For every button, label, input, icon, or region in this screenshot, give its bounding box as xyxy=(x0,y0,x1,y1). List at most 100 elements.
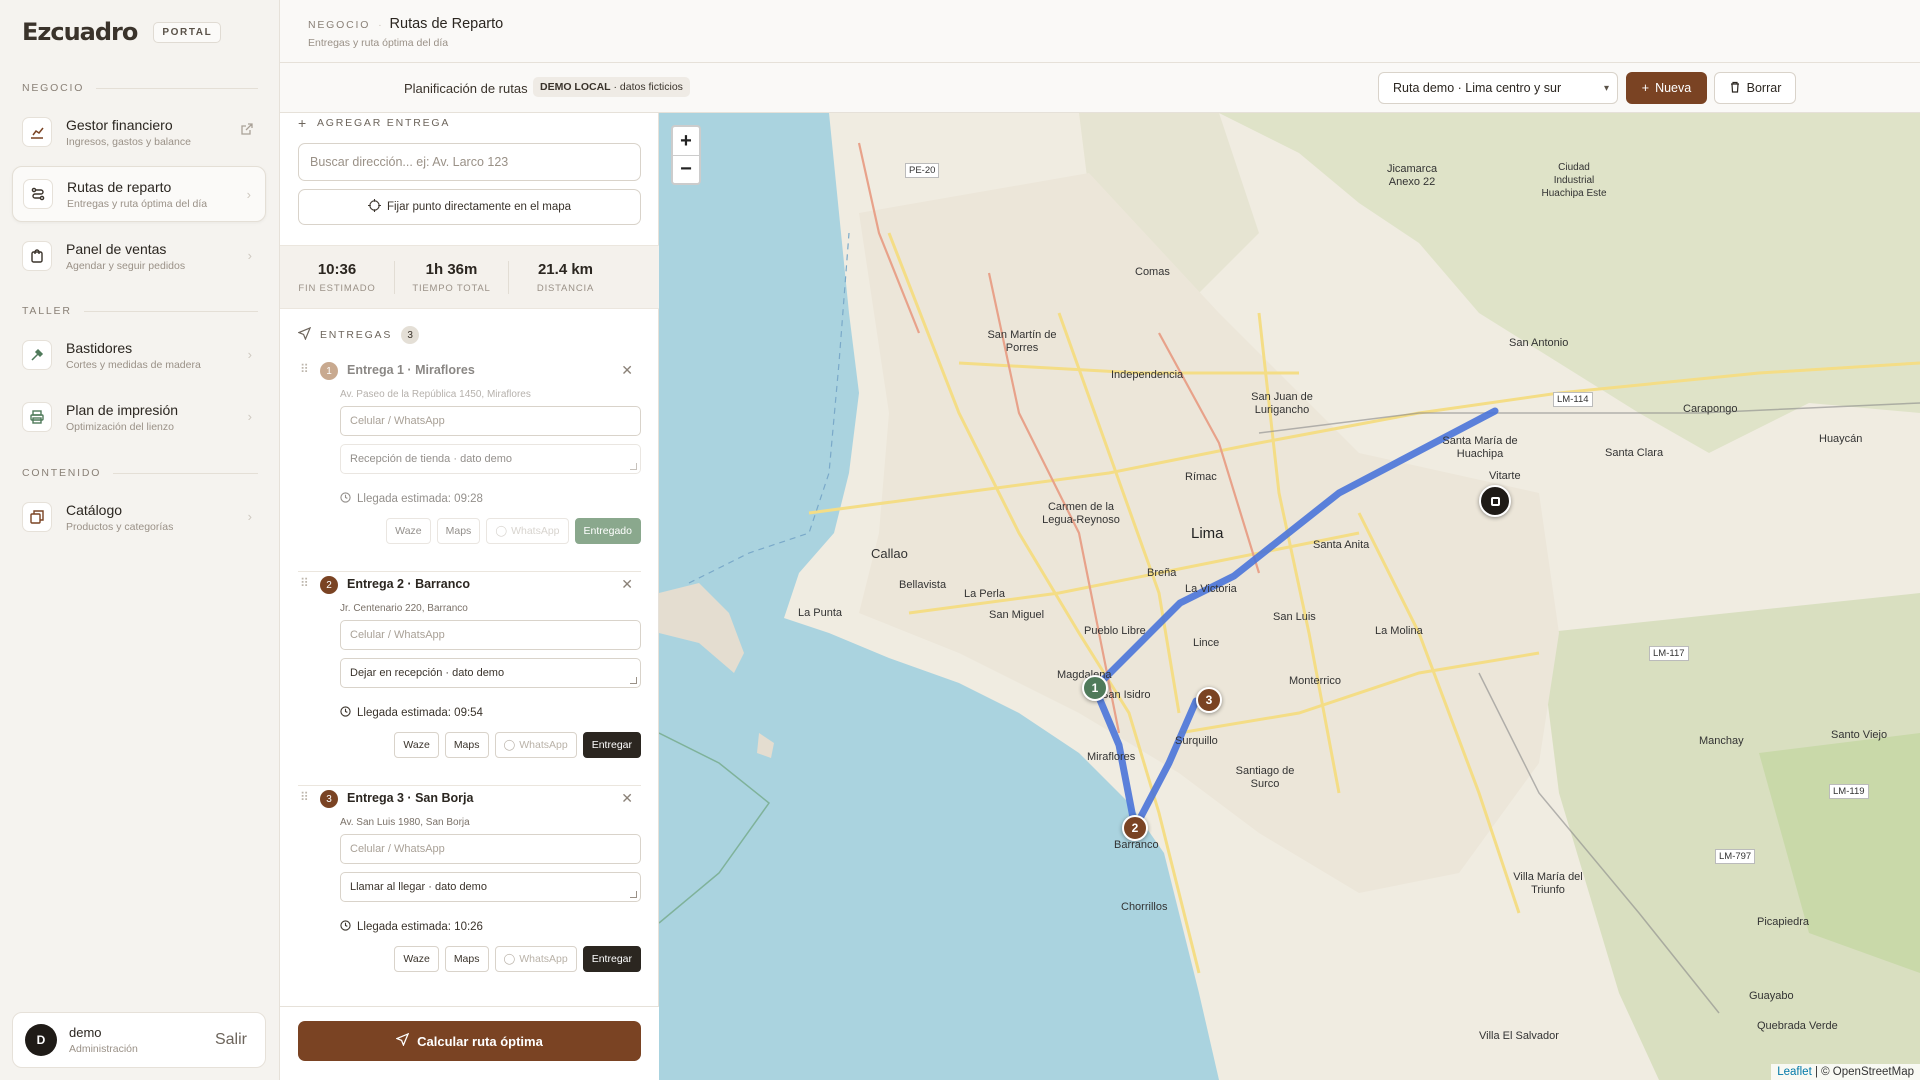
delivery-marker-1[interactable]: 1 xyxy=(1082,675,1108,701)
map-label: Santa Anita xyxy=(1313,539,1370,551)
note-textarea[interactable]: Dejar en recepción · dato demo xyxy=(340,658,641,688)
pin-on-map-button[interactable]: Fijar punto directamente en el mapa xyxy=(298,189,641,225)
waze-button[interactable]: Waze xyxy=(386,518,431,544)
phone-input[interactable]: Celular / WhatsApp xyxy=(340,834,641,864)
note-textarea[interactable]: Llamar al llegar · dato demo xyxy=(340,872,641,902)
route-icon xyxy=(23,179,53,209)
delete-route-button[interactable]: Borrar xyxy=(1714,72,1796,104)
zoom-in-button[interactable]: + xyxy=(673,127,699,155)
page-title: Rutas de Reparto xyxy=(389,16,504,32)
remove-delivery-icon[interactable]: ✕ xyxy=(621,362,633,379)
drag-handle-icon[interactable]: ⠿ xyxy=(300,790,309,804)
sidebar-item-frames[interactable]: Bastidores Cortes y medidas de madera › xyxy=(12,327,266,383)
map-label: Pueblo Libre xyxy=(1084,625,1146,637)
road-shield: LM-119 xyxy=(1829,784,1869,799)
sidebar-item-print-plan[interactable]: Plan de impresión Optimización del lienz… xyxy=(12,389,266,445)
delivery-marker-3[interactable]: 3 xyxy=(1196,687,1222,713)
map-label: San Martín de Porres xyxy=(987,329,1057,354)
map-label: Villa El Salvador xyxy=(1479,1030,1559,1042)
drag-handle-icon[interactable]: ⠿ xyxy=(300,362,309,376)
map-label: La Molina xyxy=(1375,625,1423,637)
user-name: demo xyxy=(69,1025,102,1040)
chat-icon: ◯ xyxy=(495,525,508,537)
send-icon xyxy=(297,326,312,343)
new-route-button[interactable]: + Nueva xyxy=(1626,72,1707,104)
sidebar-item-financial[interactable]: Gestor financiero Ingresos, gastos y bal… xyxy=(12,104,266,160)
map-label: San Luis xyxy=(1273,611,1316,623)
portal-badge: PORTAL xyxy=(153,21,222,43)
map-label: Callao xyxy=(871,546,908,561)
breadcrumb-root[interactable]: NEGOCIO xyxy=(308,19,370,31)
delivery-card: ⠿ 1 Entrega 1 · Miraflores ✕ Av. Paseo d… xyxy=(280,358,659,572)
sidebar-item-routes[interactable]: Rutas de reparto Entregas y ruta óptima … xyxy=(12,166,266,222)
map-label: Lince xyxy=(1193,637,1220,649)
sidebar-item-catalog[interactable]: Catálogo Productos y categorías › xyxy=(12,489,266,545)
map-label: Manchay xyxy=(1699,735,1744,747)
delivery-address: Av. Paseo de la República 1450, Miraflor… xyxy=(340,389,531,400)
send-icon xyxy=(395,1032,410,1049)
map-label: Lima xyxy=(1191,525,1224,542)
map-label: Miraflores xyxy=(1087,751,1136,763)
waze-button[interactable]: Waze xyxy=(394,732,439,758)
stat-distance: 21.4 km DISTANCIA xyxy=(508,260,622,294)
brand-logo: Ezcuadro xyxy=(22,18,138,46)
route-select-value: Ruta demo · Lima centro y sur xyxy=(1393,81,1562,95)
sidebar-item-sales[interactable]: Panel de ventas Agendar y seguir pedidos… xyxy=(12,228,266,284)
note-textarea[interactable]: Recepción de tienda · dato demo xyxy=(340,444,641,474)
clock-icon xyxy=(340,920,351,934)
map-tiles xyxy=(659,113,1920,1080)
delivered-status-button[interactable]: Entregado xyxy=(574,518,641,544)
map-label: Santiago de Surco xyxy=(1235,765,1295,790)
sidebar-item-sub: Agendar y seguir pedidos xyxy=(66,259,186,272)
whatsapp-button[interactable]: ◯ WhatsApp xyxy=(486,518,569,544)
chevron-right-icon: › xyxy=(247,248,252,263)
clock-icon xyxy=(340,492,351,506)
brand[interactable]: Ezcuadro PORTAL xyxy=(22,18,222,46)
section-negocio: NEGOCIO xyxy=(22,82,258,94)
route-toolbar: Planificación de rutas DEMO LOCAL · dato… xyxy=(280,63,1920,113)
add-delivery-heading[interactable]: + AGREGAR ENTREGA xyxy=(298,115,450,131)
delivery-title: Entrega 1 · Miraflores xyxy=(347,363,475,377)
whatsapp-button[interactable]: ◯ WhatsApp xyxy=(494,946,577,972)
phone-input[interactable]: Celular / WhatsApp xyxy=(340,406,641,436)
remove-delivery-icon[interactable]: ✕ xyxy=(621,790,633,807)
leaflet-link[interactable]: Leaflet xyxy=(1777,1066,1812,1078)
route-select[interactable]: Ruta demo · Lima centro y sur ▾ xyxy=(1378,72,1618,104)
zoom-control: + − xyxy=(671,125,701,185)
remove-delivery-icon[interactable]: ✕ xyxy=(621,576,633,593)
phone-input[interactable]: Celular / WhatsApp xyxy=(340,620,641,650)
delivery-number: 1 xyxy=(320,362,338,380)
deliver-button[interactable]: Entregar xyxy=(582,946,641,972)
address-search-input[interactable]: Buscar dirección... ej: Av. Larco 123 xyxy=(298,143,641,181)
deliver-button[interactable]: Entregar xyxy=(582,732,641,758)
calculate-route-button[interactable]: Calcular ruta óptima xyxy=(298,1021,641,1061)
map-attribution: Leaflet | © OpenStreetMap xyxy=(1771,1064,1920,1080)
maps-button[interactable]: Maps xyxy=(444,946,489,972)
map-label: San Miguel xyxy=(989,609,1045,621)
zoom-out-button[interactable]: − xyxy=(673,155,699,183)
road-shield: LM-114 xyxy=(1553,392,1593,407)
delivery-address: Jr. Centenario 220, Barranco xyxy=(340,603,468,614)
route-map[interactable]: + − Lima Callao La Punta Bellavista La P… xyxy=(659,113,1920,1080)
delivery-number: 3 xyxy=(320,790,338,808)
depot-marker[interactable] xyxy=(1479,485,1511,517)
logout-button[interactable]: Salir xyxy=(215,1031,247,1049)
map-label: Vitarte xyxy=(1489,470,1521,482)
topbar: NEGOCIO · Rutas de Reparto Entregas y ru… xyxy=(280,0,1920,63)
whatsapp-button[interactable]: ◯ WhatsApp xyxy=(494,732,577,758)
drag-handle-icon[interactable]: ⠿ xyxy=(300,576,309,590)
maps-button[interactable]: Maps xyxy=(444,732,489,758)
maps-button[interactable]: Maps xyxy=(436,518,481,544)
road-shield: PE-20 xyxy=(905,163,940,178)
map-label: La Victoria xyxy=(1185,583,1237,595)
map-label: Quebrada Verde xyxy=(1757,1020,1838,1032)
delivery-marker-2[interactable]: 2 xyxy=(1122,815,1148,841)
delivery-actions: Waze Maps ◯ WhatsApp Entregar xyxy=(394,946,641,972)
delivery-number: 2 xyxy=(320,576,338,594)
sidebar-item-title: Panel de ventas xyxy=(66,240,167,257)
sidebar-item-title: Catálogo xyxy=(66,501,123,518)
printer-icon xyxy=(22,402,52,432)
delivery-eta: Llegada estimada: 09:54 xyxy=(340,706,483,720)
waze-button[interactable]: Waze xyxy=(394,946,439,972)
external-link-icon xyxy=(240,122,254,141)
